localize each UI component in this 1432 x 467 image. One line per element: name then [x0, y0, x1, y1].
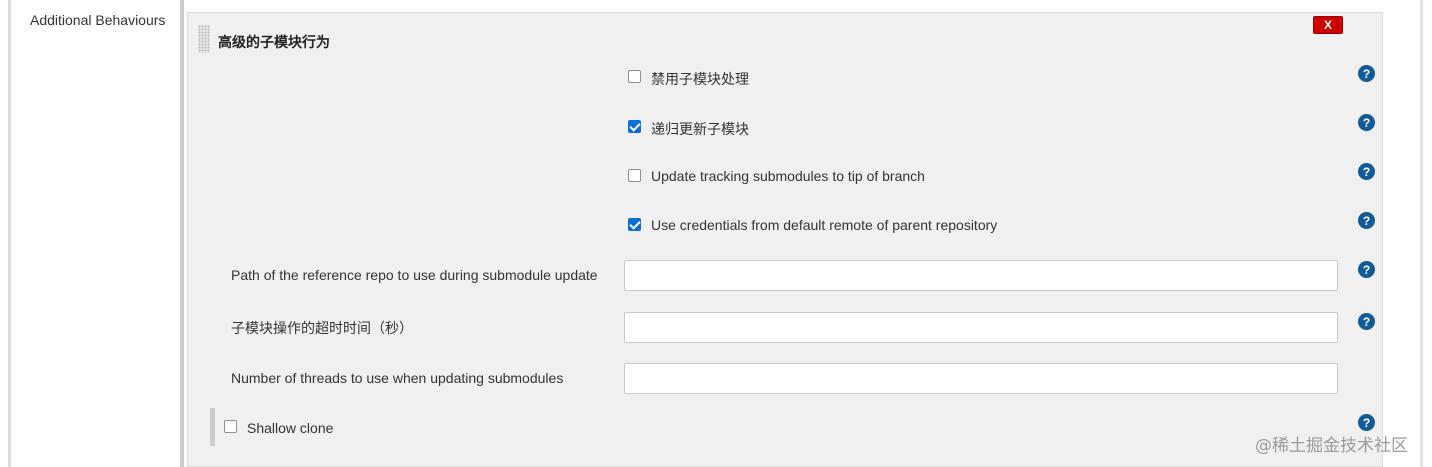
disable-submodules-checkbox[interactable] — [628, 70, 641, 83]
recursive-submodules-row: 递归更新子模块 ? — [188, 110, 1382, 144]
group-divider — [180, 0, 184, 467]
help-icon[interactable]: ? — [1358, 414, 1375, 431]
parent-credentials-label: Use credentials from default remote of p… — [651, 217, 998, 233]
shallow-clone-checkbox[interactable] — [224, 420, 237, 433]
submodule-timeout-label: 子模块操作的超时时间（秒） — [231, 320, 413, 336]
scrollbar-track[interactable] — [1420, 0, 1423, 467]
tracking-submodules-row: Update tracking submodules to tip of bra… — [188, 159, 1382, 193]
tracking-submodules-checkbox[interactable] — [628, 169, 641, 182]
recursive-submodules-checkbox[interactable] — [628, 120, 641, 133]
parent-credentials-row: Use credentials from default remote of p… — [188, 208, 1382, 242]
reference-repo-input[interactable] — [624, 260, 1338, 291]
section-label: Additional Behaviours — [30, 12, 166, 28]
help-icon[interactable]: ? — [1358, 261, 1375, 278]
thread-count-input[interactable] — [624, 363, 1338, 394]
watermark: @稀土掘金技术社区 — [1255, 436, 1408, 456]
left-divider — [8, 0, 11, 467]
submodule-timeout-input[interactable] — [624, 312, 1338, 343]
tracking-submodules-label: Update tracking submodules to tip of bra… — [651, 168, 925, 184]
help-icon[interactable]: ? — [1358, 65, 1375, 82]
help-icon[interactable]: ? — [1358, 163, 1375, 180]
help-icon[interactable]: ? — [1358, 313, 1375, 330]
shallow-clone-divider — [210, 408, 215, 446]
submodule-behaviour-panel: 高级的子模块行为 X 禁用子模块处理 ? 递归更新子模块 ? Update tr… — [187, 12, 1383, 467]
disable-submodules-label: 禁用子模块处理 — [651, 71, 749, 87]
drag-handle-icon[interactable] — [198, 25, 210, 53]
parent-credentials-checkbox[interactable] — [628, 218, 641, 231]
disable-submodules-row: 禁用子模块处理 ? — [188, 61, 1382, 95]
panel-title: 高级的子模块行为 — [218, 34, 330, 50]
thread-count-label: Number of threads to use when updating s… — [231, 370, 564, 386]
recursive-submodules-label: 递归更新子模块 — [651, 121, 749, 137]
shallow-clone-label: Shallow clone — [247, 420, 334, 436]
help-icon[interactable]: ? — [1358, 114, 1375, 131]
help-icon[interactable]: ? — [1358, 212, 1375, 229]
reference-repo-label: Path of the reference repo to use during… — [231, 267, 598, 283]
delete-button[interactable]: X — [1313, 16, 1343, 34]
